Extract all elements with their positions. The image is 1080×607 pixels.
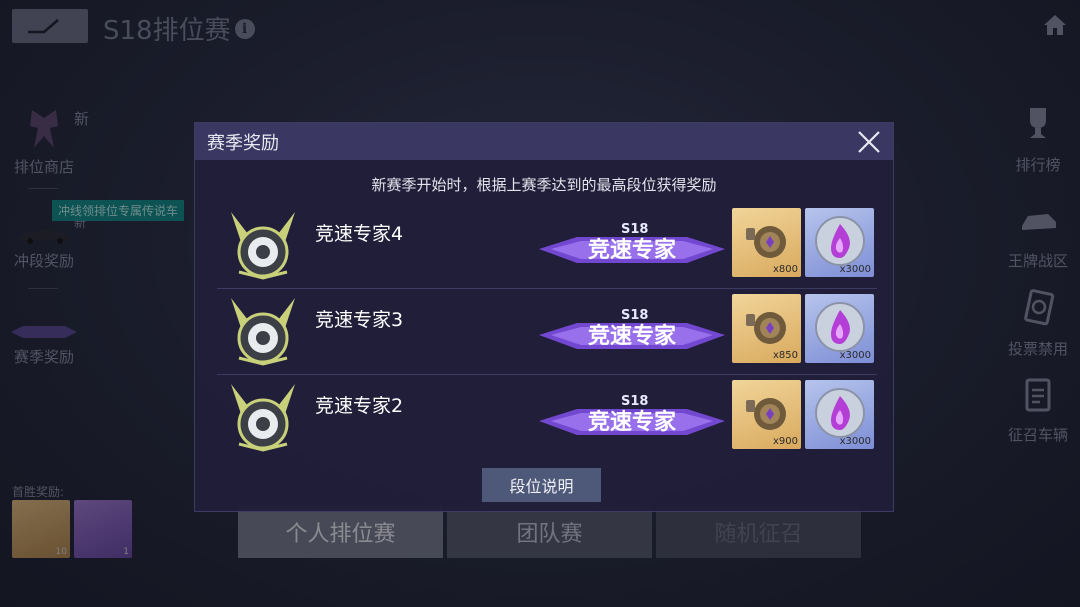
rank-emblem-icon	[231, 384, 295, 452]
reward-item-coin[interactable]: x900	[732, 380, 801, 449]
rank-name: 竞速专家2	[315, 395, 404, 417]
flame-gem-icon	[815, 302, 865, 352]
reward-item-gem[interactable]: x3000	[805, 208, 874, 277]
banner-season: S18	[621, 308, 648, 323]
reward-item-gem[interactable]: x3000	[805, 380, 874, 449]
item-qty: x850	[772, 350, 798, 361]
rank-name: 竞速专家3	[315, 309, 404, 331]
modal-header: 赛季奖励	[195, 123, 893, 160]
banner-season: S18	[621, 222, 648, 237]
item-qty: x900	[772, 436, 798, 447]
rank-emblem-icon	[231, 298, 295, 366]
rank-emblem-icon	[231, 212, 295, 280]
rank-name: 竞速专家4	[315, 223, 404, 245]
item-qty: x3000	[839, 436, 871, 447]
flame-gem-icon	[815, 216, 865, 266]
coin-badge-icon	[746, 226, 786, 258]
item-qty: x3000	[839, 264, 871, 275]
modal-subtitle: 新赛季开始时，根据上赛季达到的最高段位获得奖励	[371, 176, 717, 194]
reward-item-coin[interactable]: x800	[732, 208, 801, 277]
rank-explanation-button[interactable]: 段位说明	[482, 468, 601, 502]
coin-badge-icon	[746, 312, 786, 344]
modal-title: 赛季奖励	[207, 132, 279, 154]
rank-banner: S18 竞速专家	[539, 308, 725, 349]
reward-row: 竞速专家2 S18 竞速专家 x900 x3000	[217, 377, 877, 461]
banner-text: 竞速专家	[588, 323, 677, 349]
rank-banner: S18 竞速专家	[539, 394, 725, 435]
reward-row: 竞速专家3 S18 竞速专家 x850 x3000	[217, 291, 877, 375]
season-reward-modal: 赛季奖励 新赛季开始时，根据上赛季达到的最高段位获得奖励 竞速专家4 S18 竞…	[194, 122, 894, 512]
banner-text: 竞速专家	[588, 237, 677, 263]
reward-item-gem[interactable]: x3000	[805, 294, 874, 363]
item-qty: x800	[772, 264, 798, 275]
reward-item-coin[interactable]: x850	[732, 294, 801, 363]
coin-badge-icon	[746, 398, 786, 430]
flame-gem-icon	[815, 388, 865, 438]
item-qty: x3000	[839, 350, 871, 361]
reward-row: 竞速专家4 S18 竞速专家 x800 x3000	[217, 205, 877, 289]
banner-season: S18	[621, 394, 648, 409]
rank-banner: S18 竞速专家	[539, 222, 725, 263]
banner-text: 竞速专家	[588, 409, 677, 435]
close-icon[interactable]	[855, 128, 883, 156]
